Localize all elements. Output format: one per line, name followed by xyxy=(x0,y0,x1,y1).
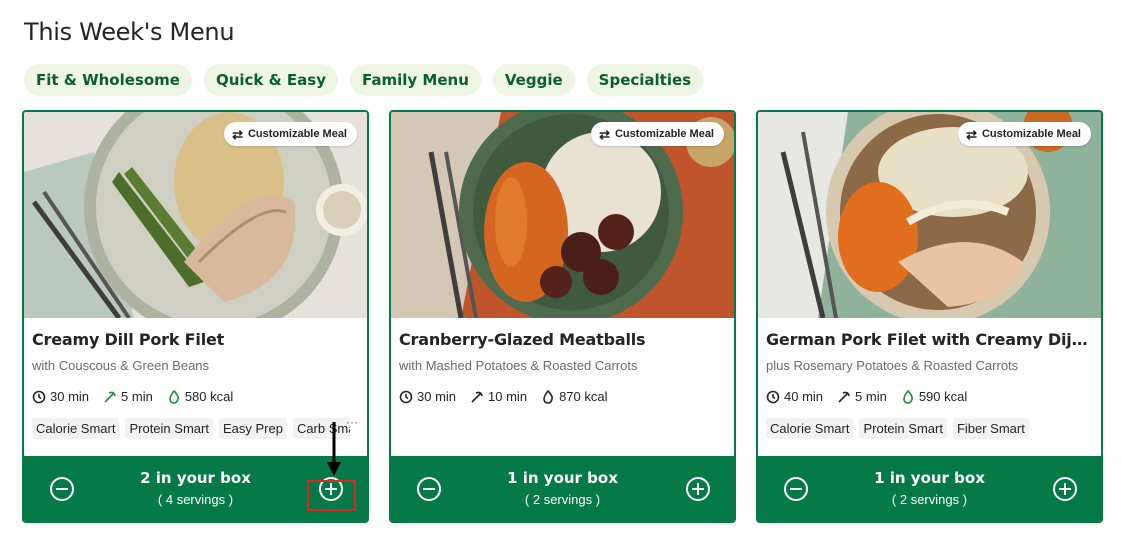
recipe-meta: 30 min 10 min 870 kcal xyxy=(399,389,607,404)
box-count: 1 in your box xyxy=(874,469,985,487)
prep-time: 5 min xyxy=(855,389,887,404)
tag: Easy Prep xyxy=(218,418,287,439)
prep-time: 10 min xyxy=(488,389,528,404)
tag: Protein Smart xyxy=(125,418,213,439)
arrow-down-icon xyxy=(327,422,341,476)
customizable-label: Customizable Meal xyxy=(981,128,1081,140)
clock-icon xyxy=(399,390,413,403)
recipe-meta: 30 min 5 min 580 kcal xyxy=(32,389,233,404)
recipe-card[interactable]: ⇄ Customizable Meal German Pork Filet wi… xyxy=(756,110,1103,523)
prep-icon xyxy=(104,391,116,403)
swap-icon: ⇄ xyxy=(966,126,977,142)
recipe-image[interactable]: ⇄ Customizable Meal xyxy=(391,112,734,318)
calories: 870 kcal xyxy=(559,389,608,404)
swap-icon: ⇄ xyxy=(599,126,610,142)
customizable-badge: ⇄ Customizable Meal xyxy=(958,122,1091,146)
recipe-image[interactable]: ⇄ Customizable Meal xyxy=(24,112,367,318)
increase-button[interactable] xyxy=(686,477,710,501)
chip-veggie[interactable]: Veggie xyxy=(492,64,575,96)
tag-list: Calorie Smart Protein Smart Fiber Smart xyxy=(766,418,1084,439)
box-quantity-bar: 1 in your box ( 2 servings ) xyxy=(391,456,734,521)
category-chips: Fit & Wholesome Quick & Easy Family Menu… xyxy=(24,64,704,96)
recipe-subtitle: plus Rosemary Potatoes & Roasted Carrots xyxy=(766,358,1019,373)
recipe-title[interactable]: Creamy Dill Pork Filet xyxy=(32,330,362,349)
calorie-icon xyxy=(543,389,554,404)
total-time: 30 min xyxy=(417,389,457,404)
recipe-title[interactable]: Cranberry-Glazed Meatballs xyxy=(399,330,729,349)
customizable-label: Customizable Meal xyxy=(247,128,347,140)
customizable-badge: ⇄ Customizable Meal xyxy=(224,122,357,146)
customizable-badge: ⇄ Customizable Meal xyxy=(591,122,724,146)
tag: Protein Smart xyxy=(859,418,947,439)
more-tags-icon[interactable]: ··· xyxy=(346,415,358,429)
total-time: 40 min xyxy=(784,389,824,404)
swap-icon: ⇄ xyxy=(232,126,243,142)
calorie-icon xyxy=(169,389,179,404)
box-count: 1 in your box xyxy=(507,469,618,487)
clock-icon xyxy=(32,390,46,403)
calorie-icon xyxy=(903,389,913,404)
prep-icon xyxy=(838,391,850,403)
box-quantity-bar: 1 in your box ( 2 servings ) xyxy=(758,456,1101,521)
tag: Calorie Smart xyxy=(32,418,120,439)
recipe-image[interactable]: ⇄ Customizable Meal xyxy=(758,112,1101,318)
recipe-subtitle: with Mashed Potatoes & Roasted Carrots xyxy=(399,358,638,373)
recipe-card[interactable]: ⇄ Customizable Meal Creamy Dill Pork Fil… xyxy=(22,110,369,523)
recipe-title[interactable]: German Pork Filet with Creamy Dijon Sauc… xyxy=(766,330,1096,349)
calories: 580 kcal xyxy=(184,389,234,404)
clock-icon xyxy=(766,390,780,403)
chip-family-menu[interactable]: Family Menu xyxy=(350,64,481,96)
customizable-label: Customizable Meal xyxy=(614,128,714,140)
prep-icon xyxy=(471,391,483,403)
servings: ( 2 servings ) xyxy=(524,492,601,507)
highlight-box xyxy=(307,480,356,511)
servings: ( 2 servings ) xyxy=(891,492,968,507)
prep-time: 5 min xyxy=(121,389,153,404)
recipe-card[interactable]: ⇄ Customizable Meal Cranberry-Glazed Mea… xyxy=(389,110,736,523)
tag: Calorie Smart xyxy=(766,418,854,439)
total-time: 30 min xyxy=(50,389,90,404)
page-title: This Week's Menu xyxy=(24,18,235,46)
chip-specialties[interactable]: Specialties xyxy=(586,64,704,96)
recipe-meta: 40 min 5 min 590 kcal xyxy=(766,389,967,404)
tag-list: Calorie Smart Protein Smart Easy Prep Ca… xyxy=(32,418,350,439)
recipe-cards: ⇄ Customizable Meal Creamy Dill Pork Fil… xyxy=(22,110,1103,523)
tag: Fiber Smart xyxy=(952,418,1029,439)
calories: 590 kcal xyxy=(918,389,968,404)
increase-button[interactable] xyxy=(1053,477,1077,501)
recipe-subtitle: with Couscous & Green Beans xyxy=(32,358,210,373)
chip-fit-wholesome[interactable]: Fit & Wholesome xyxy=(24,64,192,96)
chip-quick-easy[interactable]: Quick & Easy xyxy=(203,64,339,96)
